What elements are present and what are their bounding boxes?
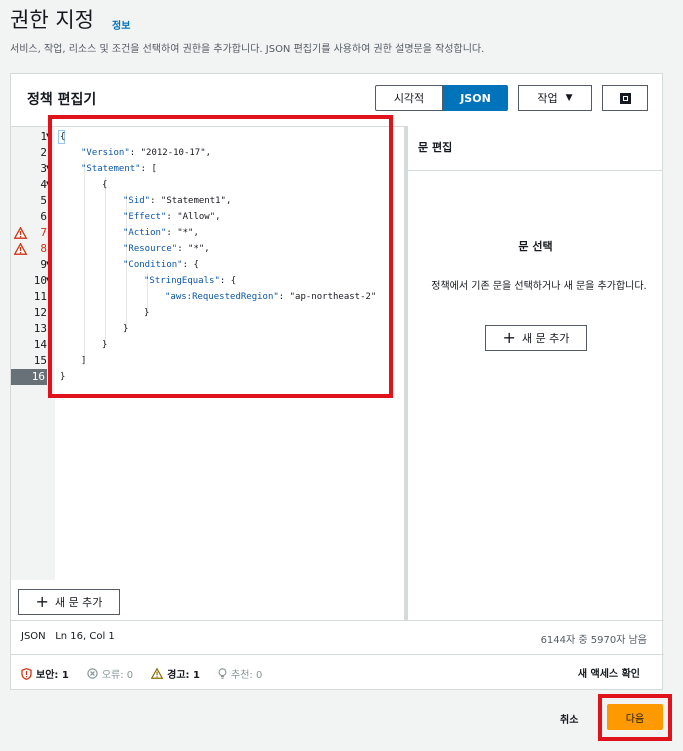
add-statement-label: 새 문 추가 xyxy=(521,332,570,345)
add-statement-label: 새 문 추가 xyxy=(54,596,103,609)
line-number: 1 xyxy=(40,130,47,143)
line-number: 5 xyxy=(40,194,47,207)
error-x-icon xyxy=(87,668,98,679)
char-count: 6144자 중 5970자 남음 xyxy=(540,635,647,646)
warning-icon xyxy=(14,243,27,255)
line-number: 6 xyxy=(40,210,47,223)
info-link[interactable]: 정보 xyxy=(112,17,130,32)
actions-label: 작업 xyxy=(537,92,558,105)
fullscreen-icon xyxy=(619,92,631,104)
security-count[interactable]: 보안: 1 xyxy=(21,666,69,681)
policy-editor-title: 정책 편집기 xyxy=(27,92,97,108)
page-description: 서비스, 작업, 리소스 및 조건을 선택하여 권한을 추가합니다. JSON … xyxy=(10,44,485,55)
select-statement-description: 정책에서 기존 문을 선택하거나 새 문을 추가합니다. xyxy=(431,281,647,292)
warning-icon xyxy=(14,227,27,239)
line-number: 3 xyxy=(40,162,47,175)
visual-mode-button[interactable]: 시각적 xyxy=(375,85,443,111)
line-number: 9 xyxy=(40,258,47,271)
line-number: 15 xyxy=(33,354,47,367)
lightbulb-icon xyxy=(218,667,227,679)
add-statement-button-right[interactable]: + 새 문 추가 xyxy=(485,325,587,351)
line-number-active: 16 xyxy=(11,369,47,385)
line-number: 4 xyxy=(40,178,47,191)
statement-pane-title: 문 편집 xyxy=(418,141,453,154)
add-statement-button[interactable]: + 새 문 추가 xyxy=(18,589,120,615)
line-number: 10 xyxy=(33,274,47,287)
annotation-highlight-editor xyxy=(48,115,393,398)
validation-summary: 보안: 1 오류: 0 경고: 1 추천: 0 xyxy=(21,666,280,681)
review-new-access-button[interactable]: 새 액세스 확인 xyxy=(578,665,640,680)
cancel-button[interactable]: 취소 xyxy=(560,711,578,726)
annotation-highlight-next xyxy=(598,694,672,741)
line-number: 2 xyxy=(40,146,47,159)
line-number: 13 xyxy=(33,322,47,335)
statement-pane: 문 편집 문 선택 정책에서 기존 문을 선택하거나 새 문을 추가합니다. +… xyxy=(408,126,663,620)
shield-icon xyxy=(21,667,32,680)
plus-icon: + xyxy=(502,328,516,347)
warning-icon xyxy=(151,668,164,679)
actions-dropdown[interactable]: 작업 ▼ xyxy=(518,85,592,111)
select-statement-title: 문 선택 xyxy=(518,240,553,253)
cursor-position: Ln 16, Col 1 xyxy=(55,631,115,642)
editor-status: JSON Ln 16, Col 1 xyxy=(21,631,115,642)
permissions-page: 권한 지정 정보 서비스, 작업, 리소스 및 조건을 선택하여 권한을 추가합… xyxy=(0,0,683,751)
line-number: 12 xyxy=(33,306,47,319)
warning-count[interactable]: 경고: 1 xyxy=(151,666,200,681)
line-number: 11 xyxy=(33,290,47,303)
page-title: 권한 지정 xyxy=(10,8,94,32)
editor-mode: JSON xyxy=(21,631,46,642)
caret-down-icon: ▼ xyxy=(565,93,573,103)
line-number: 14 xyxy=(33,338,47,351)
json-mode-button[interactable]: JSON xyxy=(443,85,508,111)
fullscreen-button[interactable] xyxy=(602,85,648,111)
error-count[interactable]: 오류: 0 xyxy=(87,666,133,681)
plus-icon: + xyxy=(35,592,49,611)
suggestion-count[interactable]: 추천: 0 xyxy=(218,666,262,681)
